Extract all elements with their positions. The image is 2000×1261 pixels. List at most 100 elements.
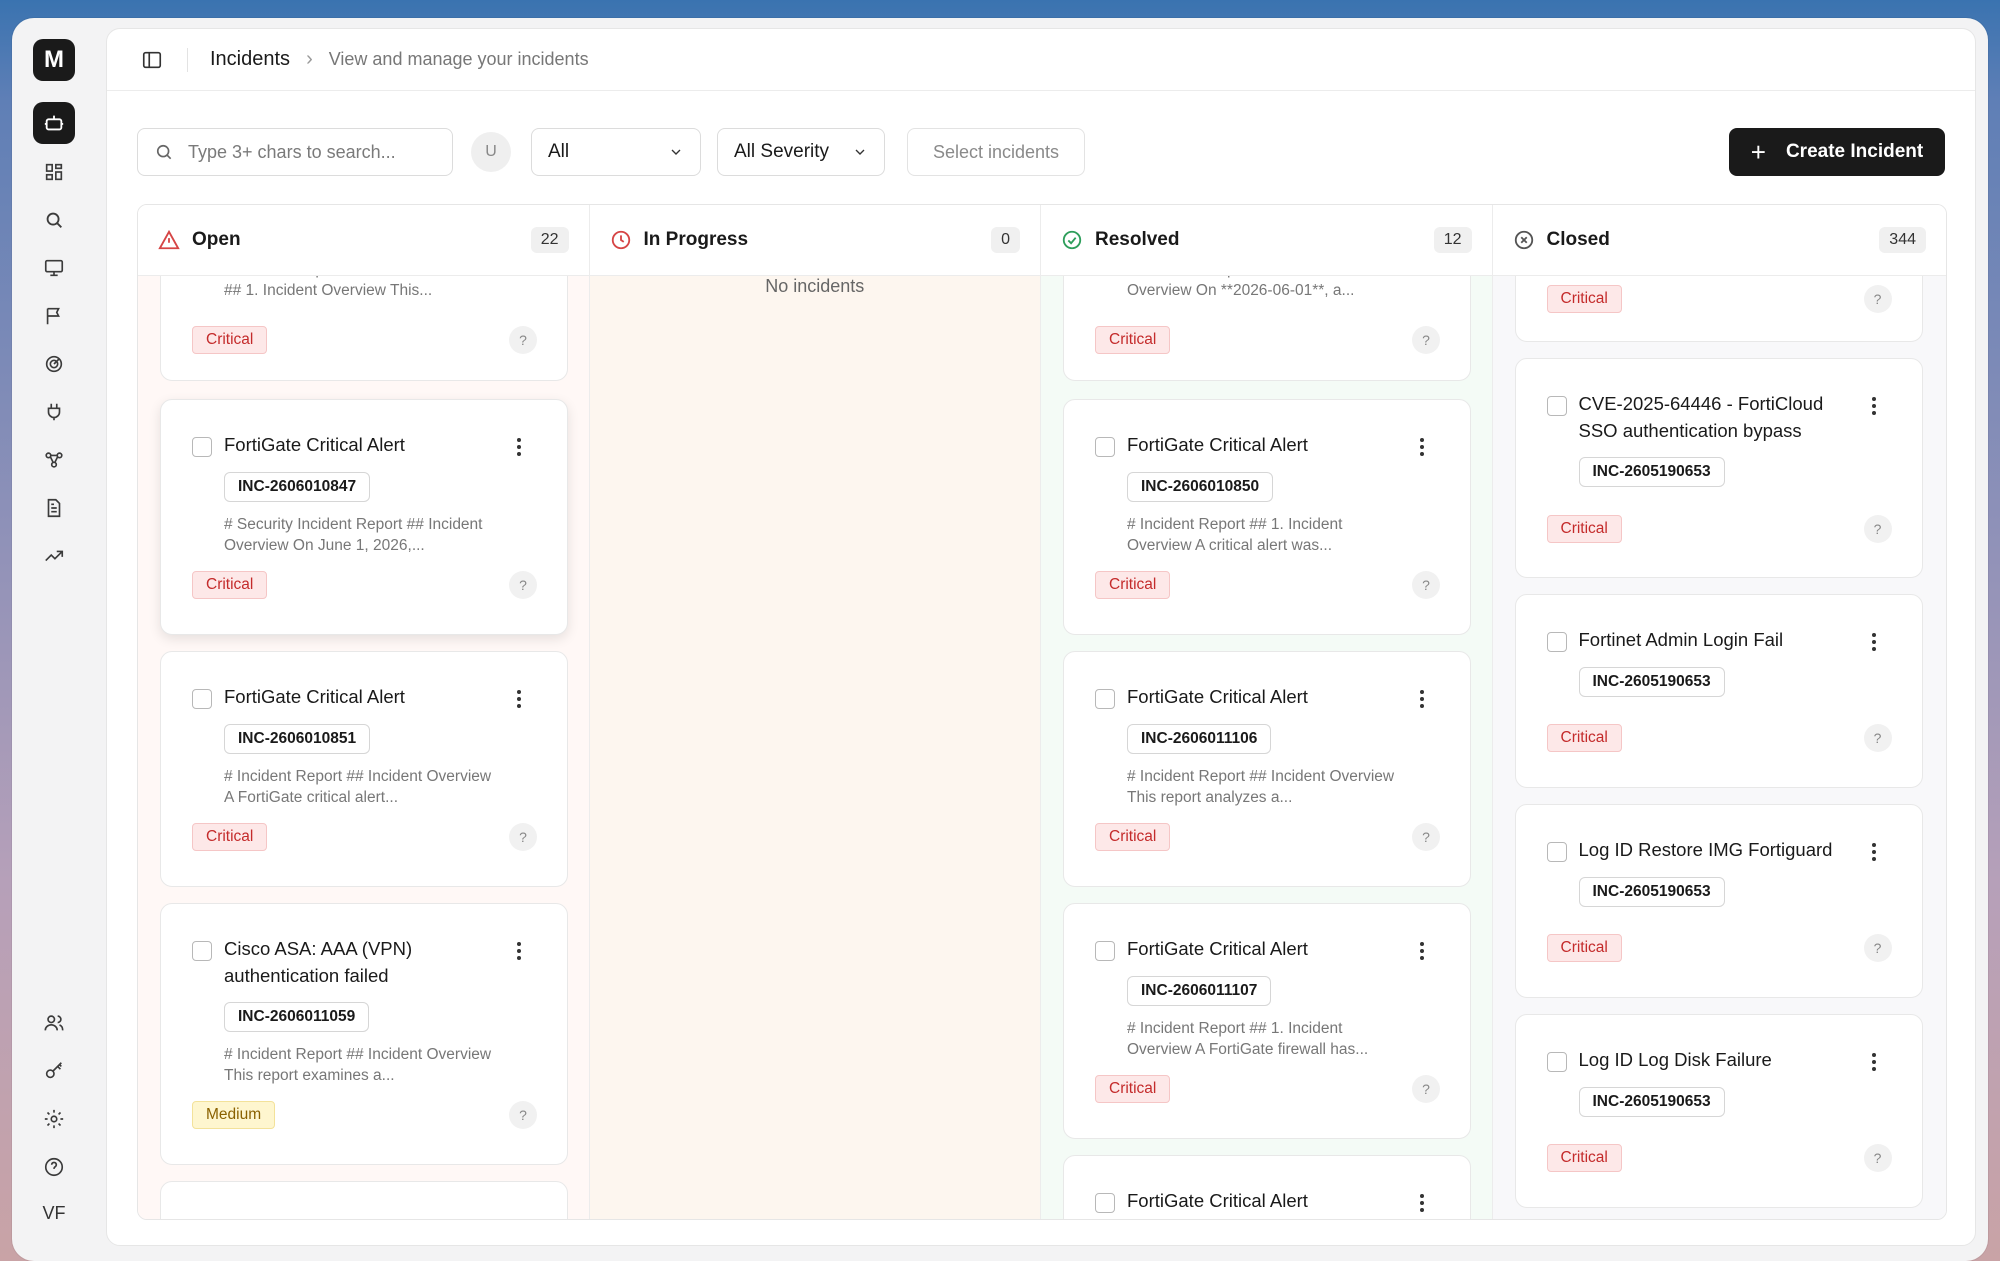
incident-card[interactable] [160, 1181, 568, 1219]
incident-card[interactable]: Log ID Restore IMG Fortiguard INC-260519… [1514, 804, 1923, 998]
card-checkbox[interactable] [192, 689, 212, 709]
incident-title[interactable]: Fortinet Admin Login Fail [1579, 626, 1858, 653]
kanban-board: Open 22 # Incident Report: FortiGate Cri… [137, 204, 1947, 1220]
trending-icon[interactable] [33, 535, 75, 577]
incident-title[interactable]: CVE-2025-64446 - FortiCloud SSO authenti… [1579, 390, 1858, 444]
column-body[interactable]: ## Incident Report ### 1. Incident Overv… [1041, 236, 1492, 1219]
create-incident-button[interactable]: + Create Incident [1729, 128, 1945, 176]
severity-select[interactable]: All Severity [717, 128, 885, 176]
card-checkbox[interactable] [1095, 437, 1115, 457]
card-checkbox[interactable] [1546, 842, 1567, 862]
more-vertical-icon[interactable] [515, 687, 523, 711]
users-icon[interactable] [33, 1002, 75, 1044]
more-vertical-icon[interactable] [1870, 630, 1878, 654]
incident-card[interactable]: FortiGate Critical Alert INC-2606011107 … [1063, 903, 1471, 1139]
incident-title[interactable]: Log ID Restore IMG Fortiguard [1579, 836, 1858, 863]
help-icon[interactable]: ? [1412, 1075, 1440, 1103]
incident-card[interactable]: Cisco ASA: AAA (VPN) authentication fail… [160, 903, 568, 1165]
card-checkbox[interactable] [1095, 941, 1115, 961]
incident-title[interactable]: FortiGate Critical Alert [1127, 935, 1406, 962]
column-count: 0 [991, 227, 1020, 253]
sidebar-toggle-icon[interactable] [141, 49, 163, 71]
incident-card[interactable]: CVE-2025-64446 - FortiCloud SSO authenti… [1514, 358, 1923, 578]
more-vertical-icon[interactable] [1870, 1050, 1878, 1074]
more-vertical-icon[interactable] [1870, 394, 1878, 418]
monitor-icon[interactable] [33, 247, 75, 289]
help-icon[interactable]: ? [1863, 285, 1892, 313]
column-count: 12 [1433, 227, 1472, 253]
column-count: 22 [530, 227, 569, 253]
search-box[interactable] [137, 128, 453, 176]
key-icon[interactable] [33, 1050, 75, 1092]
severity-badge: Critical [192, 823, 268, 851]
card-checkbox[interactable] [1546, 1052, 1567, 1072]
help-icon[interactable]: ? [509, 571, 537, 599]
plug-icon[interactable] [33, 391, 75, 433]
card-checkbox[interactable] [192, 941, 212, 961]
help-icon[interactable]: ? [1863, 724, 1892, 752]
help-icon[interactable]: ? [509, 326, 537, 354]
user-avatar[interactable]: VF [33, 1192, 75, 1234]
incident-title[interactable]: FortiGate Critical Alert [1127, 683, 1406, 710]
divider [187, 47, 188, 72]
incident-card[interactable]: FortiGate Critical Alert INC-2606010850 … [1063, 399, 1471, 635]
help-icon[interactable]: ? [1863, 934, 1892, 962]
incident-title[interactable]: FortiGate Critical Alert [1127, 1187, 1406, 1214]
column-body[interactable]: No incidents [590, 276, 1041, 1219]
incident-title[interactable]: FortiGate Critical Alert [1127, 431, 1406, 458]
column-body[interactable]: Critical ? CVE-2025-64446 - FortiCloud S… [1493, 236, 1947, 1219]
select-incidents-button[interactable]: Select incidents [907, 128, 1085, 176]
document-icon[interactable] [33, 487, 75, 529]
card-checkbox[interactable] [192, 437, 212, 457]
help-icon[interactable]: ? [1863, 515, 1892, 543]
severity-badge: Critical [1546, 934, 1622, 962]
status-select[interactable]: All [531, 128, 701, 176]
gear-icon[interactable] [33, 1098, 75, 1140]
column-body[interactable]: # Incident Report: FortiGate Critical Al… [138, 236, 589, 1219]
more-vertical-icon[interactable] [1418, 435, 1426, 459]
user-filter[interactable]: U [471, 132, 511, 172]
help-icon[interactable]: ? [1412, 571, 1440, 599]
bot-icon[interactable] [33, 102, 75, 144]
incident-card[interactable]: FortiGate Critical Alert [1063, 1155, 1471, 1219]
incident-title[interactable]: FortiGate Critical Alert [224, 431, 503, 458]
more-vertical-icon[interactable] [1418, 687, 1426, 711]
help-icon[interactable]: ? [509, 1101, 537, 1129]
card-checkbox[interactable] [1546, 396, 1567, 416]
help-icon[interactable]: ? [509, 823, 537, 851]
app-logo[interactable]: M [33, 39, 75, 81]
card-checkbox[interactable] [1546, 632, 1567, 652]
incident-title[interactable]: Cisco ASA: AAA (VPN) authentication fail… [224, 935, 503, 989]
more-vertical-icon[interactable] [515, 939, 523, 963]
severity-badge: Critical [1095, 823, 1171, 851]
severity-badge: Medium [192, 1101, 276, 1129]
column-header: Resolved 12 [1041, 205, 1492, 276]
flag-icon[interactable] [33, 295, 75, 337]
card-checkbox[interactable] [1095, 1193, 1115, 1213]
help-icon[interactable] [33, 1146, 75, 1188]
breadcrumb-title[interactable]: Incidents [210, 48, 290, 71]
more-vertical-icon[interactable] [1418, 1191, 1426, 1215]
help-icon[interactable]: ? [1863, 1144, 1892, 1172]
incident-card[interactable]: FortiGate Critical Alert INC-2606011106 … [1063, 651, 1471, 887]
more-vertical-icon[interactable] [1870, 840, 1878, 864]
incident-card[interactable]: Fortinet Admin Login Fail INC-2605190653… [1514, 594, 1923, 788]
radar-icon[interactable] [33, 343, 75, 385]
card-checkbox[interactable] [1095, 689, 1115, 709]
incident-card[interactable]: FortiGate Critical Alert INC-2606010851 … [160, 651, 568, 887]
incident-title[interactable]: FortiGate Critical Alert [224, 683, 503, 710]
workflow-icon[interactable] [33, 439, 75, 481]
severity-select-value: All Severity [734, 141, 830, 162]
help-icon[interactable]: ? [1412, 823, 1440, 851]
incident-description: # Incident Report ## Incident Overview A… [224, 768, 492, 806]
help-icon[interactable]: ? [1412, 326, 1440, 354]
more-vertical-icon[interactable] [1418, 939, 1426, 963]
incident-title[interactable]: Log ID Log Disk Failure [1579, 1046, 1858, 1073]
more-vertical-icon[interactable] [515, 435, 523, 459]
incident-description: # Incident Report ## Incident Overview T… [1127, 768, 1395, 806]
incident-card[interactable]: FortiGate Critical Alert INC-2606010847 … [160, 399, 568, 635]
dashboard-icon[interactable] [33, 151, 75, 193]
incident-card[interactable]: Log ID Log Disk Failure INC-2605190653 C… [1514, 1014, 1923, 1208]
search-input[interactable] [188, 141, 428, 163]
search-icon[interactable] [33, 199, 75, 241]
